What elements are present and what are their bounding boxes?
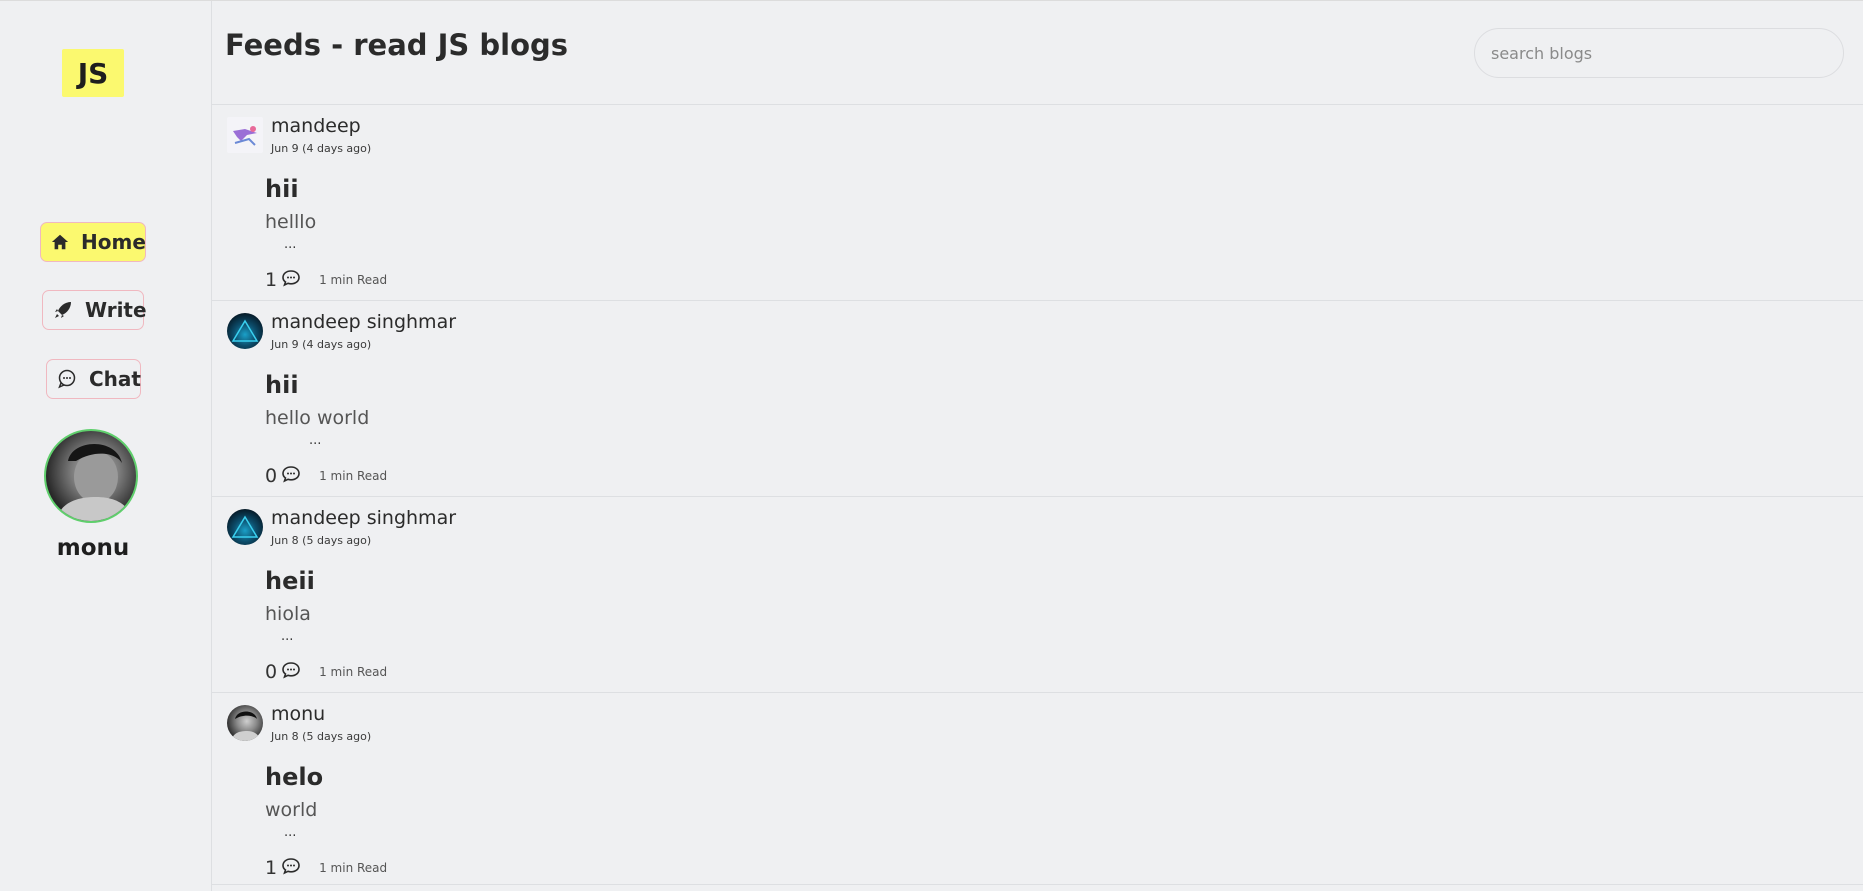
read-time: 1 min Read: [319, 861, 388, 875]
post-meta: 1 1 min Read: [265, 269, 387, 291]
sidebar: JS Home Write Chat monu: [0, 1, 212, 891]
comment-icon[interactable]: [281, 857, 301, 879]
post-excerpt: helllo: [265, 211, 317, 233]
post-card: mandeep singhmar Jun 8 (5 days ago) heii…: [212, 497, 1863, 693]
post-date: Jun 9 (4 days ago): [271, 338, 372, 351]
read-time: 1 min Read: [319, 273, 388, 287]
post-meta: 0 1 min Read: [265, 661, 387, 683]
comment-icon[interactable]: [281, 465, 301, 487]
author-avatar[interactable]: [227, 705, 263, 741]
feed-list: mandeep Jun 9 (4 days ago) hii helllo ..…: [212, 105, 1863, 885]
post-ellipsis: ...: [284, 237, 297, 252]
comment-icon[interactable]: [281, 269, 301, 291]
comment-count: 0: [265, 661, 278, 683]
author-avatar[interactable]: [227, 313, 263, 349]
page-title: Feeds - read JS blogs: [225, 28, 569, 62]
author-avatar[interactable]: [227, 509, 263, 545]
nav-write-button[interactable]: Write: [42, 290, 147, 330]
comment-count: 0: [265, 465, 278, 487]
post-excerpt: world: [265, 799, 318, 821]
author-name[interactable]: mandeep: [271, 115, 361, 137]
nav-home-label: Home: [81, 230, 146, 254]
post-ellipsis: ...: [284, 825, 297, 840]
post-title[interactable]: heii: [265, 567, 315, 595]
nav-chat-label: Chat: [89, 367, 141, 391]
nav-write-label: Write: [85, 298, 147, 322]
comment-count: 1: [265, 269, 278, 291]
post-date: Jun 8 (5 days ago): [271, 534, 372, 547]
app-root: JS Home Write Chat monu Feeds - read JS …: [0, 0, 1863, 891]
profile-name[interactable]: monu: [0, 535, 186, 561]
nav-home-button[interactable]: Home: [40, 222, 146, 262]
author-name[interactable]: monu: [271, 703, 325, 725]
header: Feeds - read JS blogs: [212, 1, 1863, 105]
post-title[interactable]: hii: [265, 371, 299, 399]
post-ellipsis: ...: [309, 433, 322, 448]
post-card: monu Jun 8 (5 days ago) helo world ... 1…: [212, 693, 1863, 885]
post-excerpt: hello world: [265, 407, 370, 429]
search-input[interactable]: [1474, 28, 1844, 78]
profile-avatar[interactable]: [44, 429, 138, 523]
author-name[interactable]: mandeep singhmar: [271, 507, 456, 529]
chat-bubble-icon: [57, 369, 77, 389]
post-title[interactable]: hii: [265, 175, 299, 203]
rocket-icon: [53, 300, 73, 320]
read-time: 1 min Read: [319, 469, 388, 483]
post-date: Jun 8 (5 days ago): [271, 730, 372, 743]
logo[interactable]: JS: [62, 49, 124, 97]
post-meta: 0 1 min Read: [265, 465, 387, 487]
comment-count: 1: [265, 857, 278, 879]
post-ellipsis: ...: [281, 629, 294, 644]
author-avatar[interactable]: [227, 117, 263, 153]
comment-icon[interactable]: [281, 661, 301, 683]
post-card: mandeep Jun 9 (4 days ago) hii helllo ..…: [212, 105, 1863, 301]
read-time: 1 min Read: [319, 665, 388, 679]
author-name[interactable]: mandeep singhmar: [271, 311, 456, 333]
post-meta: 1 1 min Read: [265, 857, 387, 879]
post-excerpt: hiola: [265, 603, 311, 625]
nav-chat-button[interactable]: Chat: [46, 359, 141, 399]
post-card: mandeep singhmar Jun 9 (4 days ago) hii …: [212, 301, 1863, 497]
post-title[interactable]: helo: [265, 763, 323, 791]
post-date: Jun 9 (4 days ago): [271, 142, 372, 155]
home-icon: [51, 233, 69, 251]
